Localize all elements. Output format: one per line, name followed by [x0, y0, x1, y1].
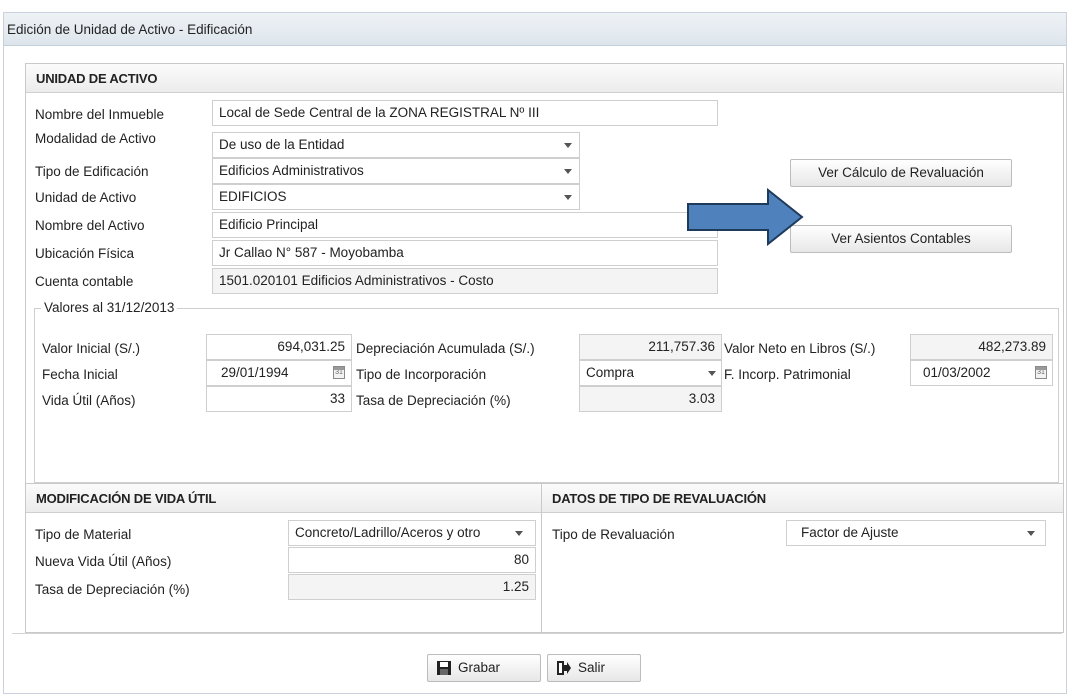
tipo-material-label: Tipo de Material — [35, 527, 132, 542]
cuenta-label: Cuenta contable — [35, 274, 134, 289]
ubicacion-label: Ubicación Física — [35, 246, 135, 261]
valores-group — [34, 308, 1059, 483]
ubicacion-field[interactable]: Jr Callao N° 587 - Moyobamba — [212, 240, 718, 266]
tipo-incorporacion-select[interactable]: Compra — [579, 360, 722, 386]
grabar-button[interactable]: Grabar — [427, 654, 541, 682]
calendar-icon[interactable]: 31 — [333, 366, 345, 379]
arrow-right-icon — [687, 188, 804, 246]
modalidad-value: De uso de la Entidad — [219, 137, 345, 152]
unidad-activo-select[interactable]: EDIFICIOS — [212, 184, 580, 210]
tasa-depreciacion-field[interactable]: 3.03 — [579, 386, 722, 412]
valor-inicial-label: Valor Inicial (S/.) — [42, 341, 141, 356]
unidad-activo-value: EDIFICIOS — [219, 189, 287, 204]
tipo-edificacion-select[interactable]: Edificios Administrativos — [212, 158, 580, 184]
modificacion-vida-util-panel: MODIFICACIÓN DE VIDA ÚTIL Tipo de Materi… — [25, 483, 542, 633]
revaluacion-panel: DATOS DE TIPO DE REVALUACIÓN Tipo de Rev… — [541, 483, 1064, 633]
tipo-revaluacion-label: Tipo de Revaluación — [552, 527, 675, 542]
valor-inicial-field[interactable]: 694,031.25 — [206, 334, 352, 360]
edit-window: Edición de Unidad de Activo - Edificació… — [3, 12, 1067, 694]
tipo-incorporacion-value: Compra — [586, 365, 635, 380]
salir-label: Salir — [578, 660, 606, 675]
unidad-activo-panel: UNIDAD DE ACTIVO Nombre del Inmueble Loc… — [25, 63, 1064, 489]
window-titlebar[interactable]: Edición de Unidad de Activo - Edificació… — [4, 13, 1066, 46]
nombre-inmueble-field[interactable]: Local de Sede Central de la ZONA REGISTR… — [212, 100, 718, 126]
nombre-activo-field[interactable]: Edificio Principal — [212, 212, 718, 238]
tipo-incorporacion-label: Tipo de Incorporación — [356, 367, 487, 382]
cuenta-field[interactable]: 1501.020101 Edificios Administrativos - … — [212, 268, 718, 294]
ver-calculo-revaluacion-button[interactable]: Ver Cálculo de Revaluación — [790, 159, 1012, 187]
salir-button[interactable]: Salir — [547, 654, 641, 682]
ver-asientos-contables-button[interactable]: Ver Asientos Contables — [790, 225, 1012, 253]
tipo-edificacion-label: Tipo de Edificación — [35, 164, 149, 179]
footer-bar: Grabar Salir — [12, 633, 1062, 693]
window-title: Edición de Unidad de Activo - Edificació… — [7, 22, 253, 37]
chevron-down-icon — [564, 143, 572, 148]
panel-title: DATOS DE TIPO DE REVALUACIÓN — [552, 491, 766, 506]
chevron-down-icon — [564, 169, 572, 174]
tasa-nueva-field[interactable]: 1.25 — [288, 574, 536, 600]
depreciacion-acumulada-field[interactable]: 211,757.36 — [579, 334, 722, 360]
valor-neto-field[interactable]: 482,273.89 — [910, 334, 1053, 360]
panel-title: MODIFICACIÓN DE VIDA ÚTIL — [36, 491, 217, 506]
tasa-nueva-label: Tasa de Depreciación (%) — [35, 582, 190, 597]
fecha-inicial-label: Fecha Inicial — [42, 367, 118, 382]
save-icon — [437, 661, 451, 675]
modalidad-select[interactable]: De uso de la Entidad — [212, 132, 580, 158]
chevron-down-icon — [564, 195, 572, 200]
fecha-inicial-value: 29/01/1994 — [221, 365, 289, 380]
chevron-down-icon — [1027, 531, 1035, 536]
tipo-edificacion-value: Edificios Administrativos — [219, 163, 364, 178]
tipo-revaluacion-select[interactable]: Factor de Ajuste — [786, 520, 1046, 546]
vida-util-field[interactable]: 33 — [206, 386, 352, 412]
nombre-inmueble-label: Nombre del Inmueble — [35, 107, 165, 122]
nombre-activo-label: Nombre del Activo — [35, 218, 145, 233]
modificacion-header: MODIFICACIÓN DE VIDA ÚTIL — [26, 484, 541, 513]
modalidad-label: Modalidad de Activo — [35, 131, 156, 146]
nueva-vida-label: Nueva Vida Útil (Años) — [35, 554, 172, 569]
f-incorp-field[interactable]: 01/03/2002 31 — [910, 360, 1053, 386]
nueva-vida-field[interactable]: 80 — [288, 547, 536, 573]
chevron-down-icon — [515, 531, 523, 536]
depreciacion-acumulada-label: Depreciación Acumulada (S/.) — [356, 341, 535, 356]
calendar-icon[interactable]: 31 — [1035, 366, 1047, 379]
valor-neto-label: Valor Neto en Libros (S/.) — [724, 341, 876, 356]
unidad-activo-label: Unidad de Activo — [35, 190, 137, 205]
tipo-material-value: Concreto/Ladrillo/Aceros y otro — [295, 525, 481, 540]
tipo-revaluacion-value: Factor de Ajuste — [801, 525, 899, 540]
tipo-material-select[interactable]: Concreto/Ladrillo/Aceros y otro — [288, 520, 536, 546]
chevron-down-icon — [708, 371, 716, 376]
f-incorp-value: 01/03/2002 — [923, 365, 991, 380]
vida-util-label: Vida Útil (Años) — [42, 393, 136, 408]
valores-legend: Valores al 31/12/2013 — [41, 300, 178, 315]
tasa-depreciacion-label: Tasa de Depreciación (%) — [356, 393, 511, 408]
f-incorp-label: F. Incorp. Patrimonial — [724, 367, 851, 382]
revaluacion-header: DATOS DE TIPO DE REVALUACIÓN — [542, 484, 1063, 513]
exit-icon — [557, 661, 571, 675]
grabar-label: Grabar — [458, 660, 501, 675]
fecha-inicial-field[interactable]: 29/01/1994 31 — [206, 360, 352, 386]
unidad-activo-header: UNIDAD DE ACTIVO — [26, 64, 1063, 93]
panel-title: UNIDAD DE ACTIVO — [36, 71, 158, 86]
